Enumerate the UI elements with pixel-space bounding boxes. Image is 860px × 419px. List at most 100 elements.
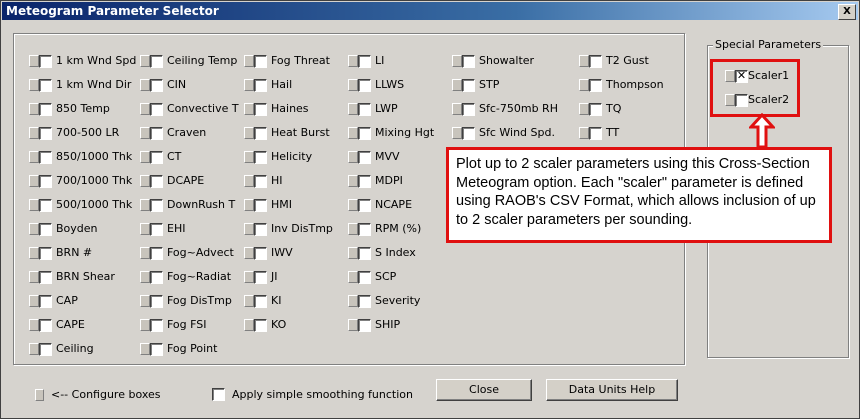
configure-square[interactable] xyxy=(29,223,39,235)
parameter-checkbox[interactable] xyxy=(358,127,371,140)
configure-square[interactable] xyxy=(244,199,254,211)
parameter-checkbox[interactable] xyxy=(254,199,267,212)
parameter-checkbox[interactable] xyxy=(462,103,475,116)
close-button[interactable]: Close xyxy=(436,379,532,401)
configure-square[interactable] xyxy=(140,199,150,211)
configure-square[interactable] xyxy=(452,127,462,139)
configure-square[interactable] xyxy=(29,79,39,91)
configure-square[interactable] xyxy=(140,79,150,91)
configure-square[interactable] xyxy=(29,151,39,163)
configure-square[interactable] xyxy=(348,295,358,307)
parameter-checkbox[interactable] xyxy=(254,127,267,140)
parameter-checkbox[interactable] xyxy=(39,247,52,260)
parameter-checkbox[interactable] xyxy=(150,79,163,92)
parameter-checkbox[interactable] xyxy=(39,175,52,188)
configure-square[interactable] xyxy=(29,247,39,259)
configure-square[interactable] xyxy=(140,343,150,355)
parameter-checkbox[interactable] xyxy=(358,175,371,188)
parameter-checkbox[interactable] xyxy=(358,55,371,68)
configure-square[interactable] xyxy=(348,247,358,259)
configure-square[interactable] xyxy=(244,55,254,67)
parameter-checkbox[interactable] xyxy=(39,79,52,92)
configure-square[interactable] xyxy=(244,295,254,307)
configure-square[interactable] xyxy=(348,151,358,163)
configure-square[interactable] xyxy=(452,79,462,91)
parameter-checkbox[interactable] xyxy=(589,79,602,92)
parameter-checkbox[interactable] xyxy=(254,247,267,260)
parameter-checkbox[interactable] xyxy=(150,127,163,140)
parameter-checkbox[interactable] xyxy=(358,319,371,332)
parameter-checkbox[interactable] xyxy=(254,175,267,188)
configure-square[interactable] xyxy=(348,79,358,91)
parameter-checkbox[interactable] xyxy=(254,271,267,284)
parameter-checkbox[interactable] xyxy=(39,127,52,140)
parameter-checkbox[interactable] xyxy=(462,55,475,68)
configure-square[interactable] xyxy=(35,389,44,401)
close-window-button[interactable]: X xyxy=(838,4,856,20)
configure-square[interactable] xyxy=(140,151,150,163)
configure-square[interactable] xyxy=(29,319,39,331)
configure-square[interactable] xyxy=(140,319,150,331)
configure-square[interactable] xyxy=(579,103,589,115)
configure-square[interactable] xyxy=(140,247,150,259)
parameter-checkbox[interactable] xyxy=(358,271,371,284)
configure-square[interactable] xyxy=(244,175,254,187)
parameter-checkbox[interactable] xyxy=(39,103,52,116)
parameter-checkbox[interactable] xyxy=(150,343,163,356)
configure-square[interactable] xyxy=(140,271,150,283)
parameter-checkbox[interactable] xyxy=(358,223,371,236)
parameter-checkbox[interactable] xyxy=(358,151,371,164)
parameter-checkbox[interactable] xyxy=(150,151,163,164)
configure-square[interactable] xyxy=(244,151,254,163)
configure-square[interactable] xyxy=(579,79,589,91)
configure-square[interactable] xyxy=(140,175,150,187)
parameter-checkbox[interactable] xyxy=(462,127,475,140)
configure-square[interactable] xyxy=(348,271,358,283)
configure-square[interactable] xyxy=(244,247,254,259)
configure-square[interactable] xyxy=(348,223,358,235)
configure-square[interactable] xyxy=(348,127,358,139)
parameter-checkbox[interactable] xyxy=(358,295,371,308)
parameter-checkbox[interactable] xyxy=(150,295,163,308)
configure-square[interactable] xyxy=(348,199,358,211)
smoothing-checkbox[interactable] xyxy=(212,388,225,401)
configure-square[interactable] xyxy=(140,103,150,115)
parameter-checkbox[interactable] xyxy=(150,55,163,68)
configure-square[interactable] xyxy=(579,127,589,139)
configure-square[interactable] xyxy=(29,175,39,187)
configure-square[interactable] xyxy=(29,103,39,115)
configure-square[interactable] xyxy=(579,55,589,67)
configure-square[interactable] xyxy=(244,319,254,331)
parameter-checkbox[interactable] xyxy=(254,55,267,68)
parameter-checkbox[interactable] xyxy=(589,55,602,68)
parameter-checkbox[interactable] xyxy=(589,103,602,116)
parameter-checkbox[interactable] xyxy=(358,199,371,212)
configure-square[interactable] xyxy=(244,79,254,91)
parameter-checkbox[interactable] xyxy=(150,103,163,116)
configure-square[interactable] xyxy=(348,103,358,115)
parameter-checkbox[interactable] xyxy=(150,271,163,284)
configure-square[interactable] xyxy=(140,295,150,307)
data-units-help-button[interactable]: Data Units Help xyxy=(546,379,678,401)
parameter-checkbox[interactable] xyxy=(254,151,267,164)
configure-square[interactable] xyxy=(140,223,150,235)
parameter-checkbox[interactable] xyxy=(150,175,163,188)
parameter-checkbox[interactable] xyxy=(39,319,52,332)
parameter-checkbox[interactable] xyxy=(358,247,371,260)
parameter-checkbox[interactable] xyxy=(589,127,602,140)
parameter-checkbox[interactable] xyxy=(254,79,267,92)
parameter-checkbox[interactable] xyxy=(254,295,267,308)
parameter-checkbox[interactable] xyxy=(150,247,163,260)
configure-square[interactable] xyxy=(348,175,358,187)
configure-square[interactable] xyxy=(29,295,39,307)
configure-square[interactable] xyxy=(244,103,254,115)
configure-square[interactable] xyxy=(452,55,462,67)
configure-square[interactable] xyxy=(29,199,39,211)
configure-square[interactable] xyxy=(140,127,150,139)
configure-square[interactable] xyxy=(452,103,462,115)
parameter-checkbox[interactable] xyxy=(39,151,52,164)
parameter-checkbox[interactable] xyxy=(39,199,52,212)
parameter-checkbox[interactable] xyxy=(39,295,52,308)
parameter-checkbox[interactable] xyxy=(254,319,267,332)
configure-square[interactable] xyxy=(29,271,39,283)
